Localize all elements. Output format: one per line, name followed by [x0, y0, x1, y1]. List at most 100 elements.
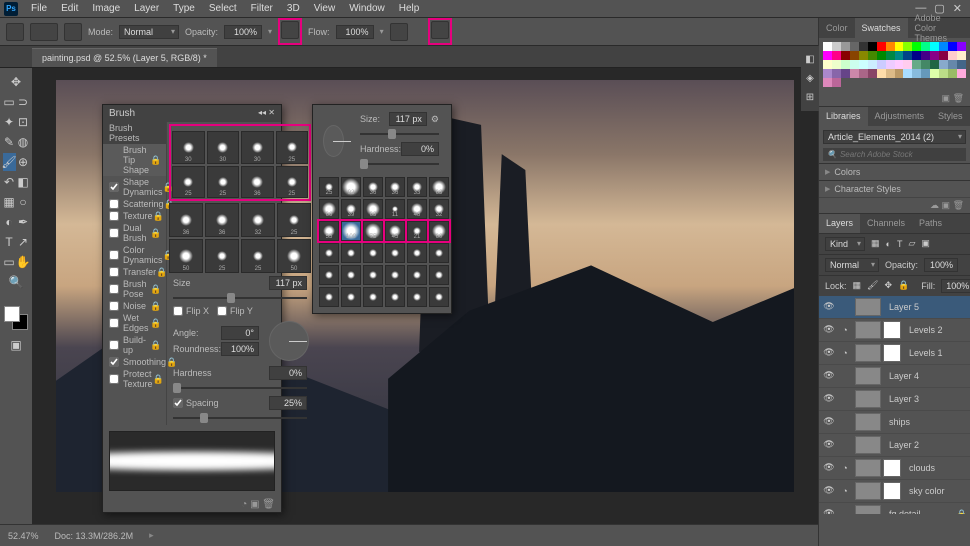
tool-blur[interactable]: ○ — [17, 193, 30, 211]
lock-pixel-icon[interactable]: 🖌 — [867, 280, 878, 291]
tab-channels[interactable]: Channels — [860, 214, 912, 233]
brush-preset[interactable] — [429, 243, 449, 263]
tool-brush[interactable]: 🖌 — [3, 153, 16, 171]
brush-preset[interactable] — [363, 243, 383, 263]
swatch[interactable] — [957, 42, 966, 51]
swatch[interactable] — [841, 42, 850, 51]
swatch[interactable] — [868, 60, 877, 69]
filter-adj-icon[interactable]: ◐ — [886, 239, 891, 249]
brush-preset[interactable]: 48 — [407, 199, 427, 219]
layer-opacity-input[interactable]: 100% — [924, 258, 958, 272]
swatch[interactable] — [850, 69, 859, 78]
menu-view[interactable]: View — [307, 3, 343, 14]
spacing-checkbox[interactable] — [173, 398, 183, 408]
swatch[interactable] — [823, 60, 832, 69]
new-swatch-icon[interactable]: ▣ — [942, 93, 951, 103]
swatch[interactable] — [912, 42, 921, 51]
tool-lasso[interactable]: ⊃ — [17, 93, 30, 111]
tab-adobe-color-themes[interactable]: Adobe Color Themes — [908, 18, 970, 38]
menu-type[interactable]: Type — [166, 3, 202, 14]
brush-preset[interactable]: 25 — [207, 166, 240, 199]
layer-thumb[interactable] — [855, 505, 881, 514]
layer-thumb[interactable] — [855, 482, 881, 500]
layer-thumb[interactable] — [855, 436, 881, 454]
brush-preset[interactable]: 25 — [276, 131, 309, 164]
brush-preset[interactable]: 75 — [363, 221, 383, 241]
menu-file[interactable]: File — [24, 3, 54, 14]
tool-preset-icon[interactable] — [6, 23, 24, 41]
brush-preset[interactable]: 36 — [169, 203, 203, 237]
tool-wand[interactable]: ✦ — [3, 113, 16, 131]
pressure-size-icon[interactable] — [431, 21, 449, 39]
swatch[interactable] — [886, 69, 895, 78]
preset-size-input[interactable]: 117 px — [389, 112, 427, 126]
pressure-opacity-icon[interactable] — [281, 21, 299, 39]
swatch[interactable] — [823, 78, 832, 87]
brush-preset[interactable]: 63 — [429, 177, 449, 197]
section-checkbox[interactable] — [109, 374, 119, 384]
brush-preset[interactable]: 30 — [207, 131, 240, 164]
menu-select[interactable]: Select — [202, 3, 244, 14]
panel-icon[interactable]: ◈ — [801, 69, 819, 88]
quickmask-toggle[interactable]: ▣ — [3, 336, 29, 354]
brush-preset[interactable]: 50 — [169, 239, 203, 273]
brush-section[interactable]: Brush Tip Shape🔒 — [103, 144, 166, 176]
brush-preset[interactable]: 50 — [277, 239, 311, 273]
mask-link-icon[interactable]: ◔ — [839, 348, 851, 358]
layer-row[interactable]: 👁◔Levels 2 — [819, 319, 970, 342]
layer-fill-input[interactable]: 100% — [941, 279, 970, 293]
brush-section[interactable]: Shape Dynamics🔒 — [103, 176, 166, 198]
brush-preset[interactable]: 32 — [429, 199, 449, 219]
brush-preset[interactable]: 25 — [276, 166, 309, 199]
swatch[interactable] — [886, 60, 895, 69]
brush-preset[interactable]: 45 — [385, 221, 405, 241]
brush-section[interactable]: Wet Edges🔒 — [103, 312, 166, 334]
swatch[interactable] — [948, 60, 957, 69]
mask-link-icon[interactable]: ◔ — [839, 486, 851, 496]
swatch[interactable] — [823, 69, 832, 78]
tool-move[interactable]: ✥ — [3, 73, 29, 91]
brush-preset[interactable]: 36 — [363, 177, 383, 197]
brush-preset[interactable]: 92 — [341, 177, 361, 197]
swatch[interactable] — [957, 51, 966, 60]
section-checkbox[interactable] — [109, 318, 119, 328]
menu-help[interactable]: Help — [392, 3, 427, 14]
swatch[interactable] — [832, 51, 841, 60]
swatch[interactable] — [939, 60, 948, 69]
swatch[interactable] — [948, 42, 957, 51]
mask-link-icon[interactable]: ◔ — [839, 463, 851, 473]
brush-preset[interactable]: 25 — [277, 203, 311, 237]
visibility-icon[interactable]: 👁 — [823, 416, 835, 427]
brush-preset[interactable]: 25 — [319, 177, 339, 197]
swatch[interactable] — [930, 60, 939, 69]
swatch[interactable] — [895, 51, 904, 60]
swatch[interactable] — [912, 60, 921, 69]
brush-preset[interactable]: 30 — [241, 131, 274, 164]
size-slider[interactable] — [173, 293, 307, 303]
hardness-slider[interactable] — [173, 383, 307, 393]
menu-window[interactable]: Window — [342, 3, 392, 14]
layer-row[interactable]: 👁fg detail🔒 — [819, 503, 970, 514]
tab-adjustments[interactable]: Adjustments — [868, 107, 932, 126]
swatch[interactable] — [877, 51, 886, 60]
swatch[interactable] — [841, 69, 850, 78]
swatch[interactable] — [850, 42, 859, 51]
delete-brush-icon[interactable]: 🗑 — [262, 499, 275, 510]
tool-stamp[interactable]: ⊕ — [17, 153, 30, 171]
swatch[interactable] — [877, 69, 886, 78]
brush-preset[interactable] — [363, 287, 383, 307]
section-checkbox[interactable] — [109, 199, 119, 209]
new-brush-icon[interactable]: ▣ — [250, 499, 259, 510]
tool-hand[interactable]: ✋ — [17, 253, 30, 271]
layer-row[interactable]: 👁Layer 2 — [819, 434, 970, 457]
tab-color[interactable]: Color — [819, 18, 855, 38]
layer-thumb[interactable] — [855, 298, 881, 316]
swatch[interactable] — [948, 69, 957, 78]
brush-preset-icon[interactable] — [30, 23, 58, 41]
zoom-level[interactable]: 52.47% — [8, 531, 39, 541]
angle-control[interactable] — [269, 321, 309, 361]
brush-preset[interactable]: 60 — [429, 221, 449, 241]
menu-edit[interactable]: Edit — [54, 3, 85, 14]
swatch[interactable] — [903, 51, 912, 60]
filter-shape-icon[interactable]: ▱ — [908, 238, 915, 249]
